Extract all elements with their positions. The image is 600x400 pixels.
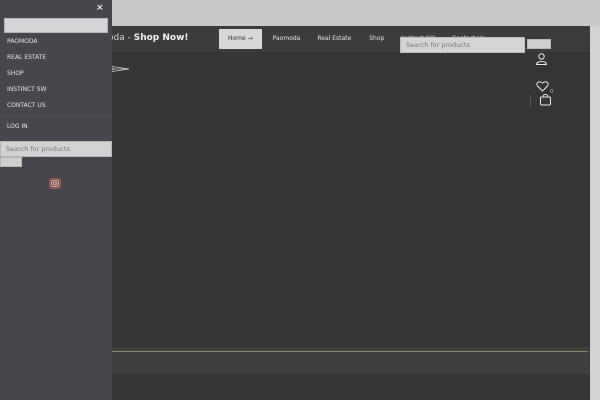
drawer-login-link[interactable]: LOG IN bbox=[7, 123, 28, 130]
drawer-divider bbox=[0, 116, 112, 117]
cart-divider bbox=[530, 95, 531, 107]
heart-icon[interactable] bbox=[536, 80, 549, 92]
drawer-search-input[interactable] bbox=[0, 141, 112, 157]
brand-tagline: Shop Now! bbox=[133, 33, 189, 43]
footer-divider bbox=[110, 351, 588, 352]
drawer-top-field[interactable] bbox=[4, 18, 108, 33]
drawer-item-instinct-sw[interactable]: INSTINCT SW bbox=[7, 86, 47, 102]
drawer-item-shop[interactable]: SHOP bbox=[7, 70, 47, 86]
site-brand[interactable]: oda - Shop Now! bbox=[108, 33, 189, 43]
nav-item-paomoda[interactable]: Paomoda bbox=[273, 29, 301, 49]
cart-count-badge: 0 bbox=[550, 89, 554, 95]
header-search-input[interactable] bbox=[400, 37, 525, 53]
drawer-search-button[interactable] bbox=[0, 157, 22, 167]
drawer-item-paomoda[interactable]: PAOMODA bbox=[7, 38, 47, 54]
header-search-button[interactable] bbox=[527, 39, 551, 49]
nav-item-real-estate[interactable]: Real Estate bbox=[317, 29, 351, 49]
nav-item-home[interactable]: Home → bbox=[219, 29, 262, 49]
nav-item-shop[interactable]: Shop bbox=[369, 29, 384, 49]
user-icon[interactable] bbox=[535, 53, 548, 65]
drawer-close-icon[interactable]: × bbox=[96, 3, 104, 13]
side-drawer: × PAOMODA REAL ESTATE SHOP INSTINCT SW C… bbox=[0, 0, 112, 400]
page-scroll-strip bbox=[590, 26, 600, 400]
instagram-icon[interactable] bbox=[49, 178, 61, 189]
drawer-menu: PAOMODA REAL ESTATE SHOP INSTINCT SW CON… bbox=[7, 38, 47, 118]
drawer-item-real-estate[interactable]: REAL ESTATE bbox=[7, 54, 47, 70]
